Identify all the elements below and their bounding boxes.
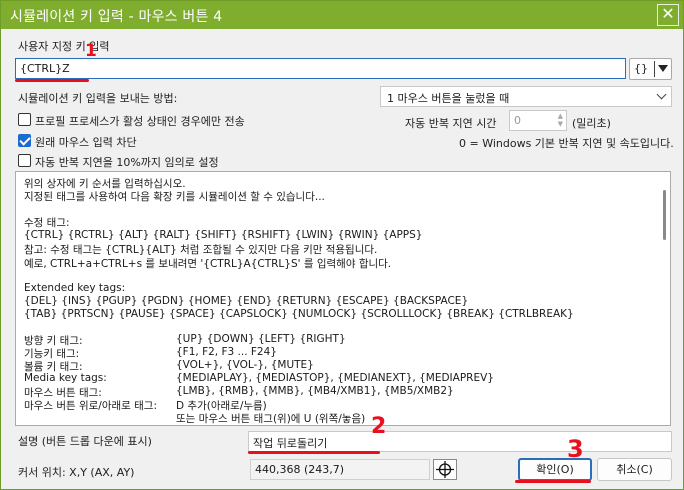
annotation-underline-3 [515, 480, 591, 483]
help-text-box[interactable]: 위의 상자에 키 순서를 입력하십시오. 지정된 태그를 사용하여 다음 확장 … [15, 171, 671, 426]
annotation-number-2: 2 [371, 414, 387, 439]
annotation-underline-2 [248, 451, 380, 454]
help-value: {LMB}, {RMB}, {MMB}, {MB4/XMB1}, {MB5/XM… [176, 385, 454, 397]
separator-line [654, 61, 655, 77]
annotation-number-1: 1 [85, 41, 97, 61]
help-value: 또는 마우스 버튼 태그(위)에 U (위쪽/놓음) [176, 413, 366, 425]
crosshair-picker-button[interactable] [433, 459, 457, 480]
help-line: 예로, CTRL+a+CTRL+s 를 보내려면 '{CTRL}A{CTRL}S… [24, 258, 392, 270]
key-input-value: {CTRL}Z [20, 62, 70, 75]
method-select[interactable]: 1 마우스 버튼을 눌렀을 때 [380, 86, 672, 107]
cursor-position-value: 440,368 (243,7) [255, 463, 345, 476]
help-line: 수정 태그: [24, 217, 70, 229]
key-input-field[interactable]: {CTRL}Z [15, 58, 626, 79]
description-label: 설명 (버튼 드롭 다운에 표시) [18, 435, 152, 448]
dialog-window: 시뮬레이션 키 입력 - 마우스 버튼 4 ✕ 사용자 지정 키 입력 {CTR… [0, 0, 684, 490]
repeat-delay-value: 0 [514, 114, 521, 127]
cursor-position-field: 440,368 (243,7) [250, 459, 430, 480]
method-label: 시뮬레이션 키 입력을 보내는 방법: [18, 92, 178, 105]
help-value: {UP} {DOWN} {LEFT} {RIGHT} [176, 333, 346, 345]
close-icon: ✕ [661, 4, 675, 23]
help-line: 참고: 수정 태그는 {CTRL}{ALT} 처럼 조합될 수 있지만 다음 키… [24, 244, 378, 256]
repeat-delay-note: 0 = Windows 기본 반복 지연 및 속도입니다. [459, 137, 674, 150]
braces-button[interactable]: {} [629, 58, 672, 80]
help-line: 지정된 태그를 사용하여 다음 확장 키를 시뮬레이션 할 수 있습니다... [24, 191, 325, 203]
cancel-button[interactable]: 취소(C) [597, 458, 672, 481]
help-scrollbar[interactable] [663, 190, 666, 240]
random-repeat-label: 자동 반복 지연을 10%까지 임의로 설정 [35, 156, 219, 169]
description-value: 작업 뒤로돌리기 [253, 437, 328, 450]
help-line: Extended key tags: [24, 282, 126, 294]
help-line: {CTRL} {RCTRL} {ALT} {RALT} {SHIFT} {RSH… [24, 229, 423, 241]
annotation-number-3: 3 [567, 435, 584, 463]
help-key: 마우스 버튼 위로/아래로 태그: [24, 400, 158, 412]
title-bar[interactable]: 시뮬레이션 키 입력 - 마우스 버튼 4 ✕ [1, 1, 683, 29]
method-selected-value: 1 마우스 버튼을 눌렀을 때 [387, 92, 510, 105]
help-value: {VOL+}, {VOL-}, {MUTE} [176, 359, 314, 371]
ok-button-label: 확인(O) [536, 463, 574, 476]
chevron-down-icon [656, 89, 667, 100]
cancel-button-label: 취소(C) [616, 463, 653, 476]
dropdown-arrow-icon [658, 65, 668, 72]
block-original-checkbox[interactable] [18, 134, 31, 147]
help-value: {F1, F2, F3 ... F24} [176, 346, 277, 358]
help-line: {TAB} {PRTSCN} {PAUSE} {SPACE} {CAPSLOCK… [24, 308, 574, 320]
help-value: {MEDIAPLAY}, {MEDIASTOP}, {MEDIANEXT}, {… [176, 372, 494, 384]
send-active-only-checkbox[interactable] [18, 113, 31, 126]
repeat-delay-label: 자동 반복 지연 시간 [405, 117, 497, 130]
cursor-position-label: 커서 위치: X,Y (AX, AY) [18, 466, 135, 479]
braces-icon: {} [634, 62, 648, 75]
repeat-delay-input[interactable]: 0 ▲ ▼ [509, 110, 567, 131]
random-repeat-checkbox[interactable] [18, 154, 31, 167]
repeat-delay-unit: (밀리초) [572, 117, 611, 130]
help-key: Media key tags: [24, 372, 107, 384]
send-active-only-label: 프로필 프로세스가 활성 상태인 경우에만 전송 [35, 115, 245, 128]
description-input[interactable]: 작업 뒤로돌리기 [248, 431, 672, 452]
annotation-underline-1 [15, 79, 89, 82]
crosshair-icon [436, 461, 454, 478]
help-line: {DEL} {INS} {PGUP} {PGDN} {HOME} {END} {… [24, 295, 469, 307]
close-button[interactable]: ✕ [657, 4, 679, 26]
block-original-label: 원래 마우스 입력 차단 [35, 136, 137, 149]
window-title: 시뮬레이션 키 입력 - 마우스 버튼 4 [10, 9, 223, 25]
spinner-arrows-icon[interactable]: ▲ ▼ [558, 112, 563, 128]
